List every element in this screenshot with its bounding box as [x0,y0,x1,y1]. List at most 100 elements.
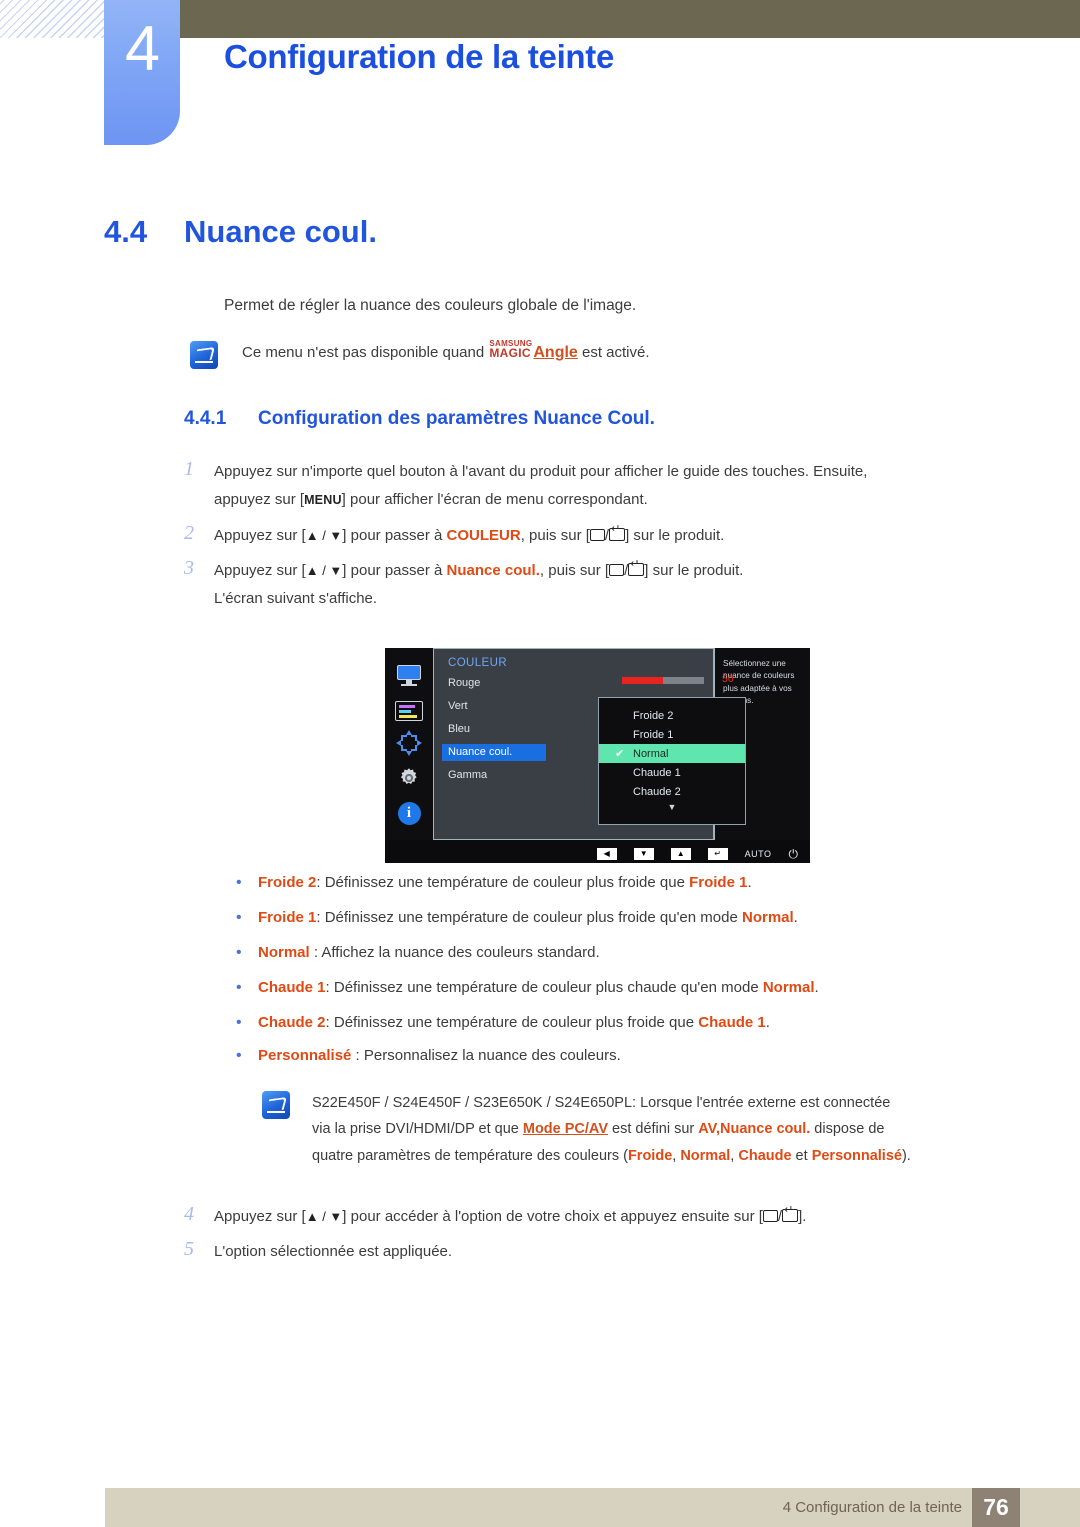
step-1-line-b: appuyez sur [ [214,490,305,508]
step-2-number: 2 [184,522,194,544]
color-bars-icon[interactable] [395,701,423,721]
bullet-text: Froide 2: Définissez une température de … [258,874,752,891]
chevron-down-icon[interactable]: ▼ [599,802,745,812]
step-1-line-a: Appuyez sur n'importe quel bouton à l'av… [214,463,868,480]
bullet-term: Chaude 2 [258,1014,326,1031]
list-item: • Froide 2: Définissez une température d… [236,874,752,892]
nuance-coul-dropdown: Froide 2 Froide 1 Normal Chaude 1 Chaude… [598,697,746,825]
magic-angle-label: Angle [533,344,578,361]
left-arrow-button[interactable]: ◀ [596,847,617,860]
pen-note-icon [190,341,218,369]
rouge-value: 50 [722,673,734,685]
note-bottom: S22E450F / S24E450F / S23E650K / S24E650… [262,1090,1022,1169]
bullet-dot: • [236,979,242,996]
list-item: • Normal : Affichez la nuance des couleu… [236,944,600,962]
list-item: • Froide 1: Définissez une température d… [236,909,798,927]
bullet-term: Chaude 1 [258,979,326,996]
step-5-number: 5 [184,1238,194,1260]
chapter-title: Configuration de la teinte [224,38,615,75]
source-key-icon [609,564,625,576]
bullet-term: Normal [258,944,310,961]
power-icon[interactable]: ⏻ [789,848,799,860]
note-top-text: Ce menu n'est pas disponible quand SAMSU… [242,340,650,364]
step-2-target: COULEUR [446,527,521,544]
info-icon[interactable]: i [397,802,421,825]
step-1: 1 Appuyez sur n'importe quel bouton à l'… [184,458,1004,514]
step-3-note: L'écran suivant s'affiche. [214,589,378,607]
osd-screenshot: i COULEUR Rouge 50 Vert Bleu Nuance coul… [385,648,810,863]
bullet-text: Froide 1: Définissez une température de … [258,909,798,926]
source-key-icon [589,529,605,541]
dropdown-option-froide-1[interactable]: Froide 1 [599,725,745,744]
step-2-text: Appuyez sur [▲ / ▼] pour passer à COULEU… [214,522,724,550]
bullet-dot: • [236,1014,242,1031]
step-1-line-c: ] pour afficher l'écran de menu correspo… [341,490,648,508]
osd-item-nuance-coul[interactable]: Nuance coul. [442,744,546,761]
enter-key-icon [609,524,626,541]
bullet-term: Personnalisé [258,1047,352,1064]
step-2-mid2: , puis sur [ [520,527,590,544]
subsection-title: Configuration des paramètres Nuance Coul… [258,408,655,429]
source-key-icon [762,1210,778,1222]
header-olive-bar [128,0,1080,38]
pen-note-icon [262,1091,290,1119]
step-2-end: ] sur le produit. [625,527,725,544]
bullet-dot: • [236,1047,242,1064]
step-1-text: Appuyez sur n'importe quel bouton à l'av… [214,458,867,514]
bullet-term: Froide 2 [258,874,317,891]
osd-item-vert[interactable]: Vert [448,700,468,712]
osd-item-bleu[interactable]: Bleu [448,723,470,735]
list-item: • Chaude 2: Définissez une température d… [236,1014,770,1032]
osd-item-rouge[interactable]: Rouge [448,677,480,689]
step-4-text: Appuyez sur [▲ / ▼] pour accéder à l'opt… [214,1203,806,1231]
dropdown-option-normal[interactable]: Normal [599,744,745,763]
auto-button[interactable]: AUTO [745,849,772,859]
bullet-text: Chaude 1: Définissez une température de … [258,979,819,996]
step-3-target: Nuance coul. [446,562,540,579]
display-monitor-icon[interactable] [394,660,424,690]
four-way-arrows-icon[interactable] [396,730,422,756]
magic-bottom-text: MAGIC [489,346,531,360]
step-4-number: 4 [184,1203,194,1225]
step-4: 4 Appuyez sur [▲ / ▼] pour accéder à l'o… [184,1203,1004,1231]
section-title: Nuance coul. [184,214,377,249]
bullet-text: Normal : Affichez la nuance des couleurs… [258,944,600,961]
chapter-number: 4 [124,14,160,84]
osd-menu-title: COULEUR [448,657,508,669]
down-arrow-button[interactable]: ▼ [633,847,654,860]
dropdown-option-chaude-2[interactable]: Chaude 2 [599,782,745,801]
osd-menu-panel: COULEUR Rouge 50 Vert Bleu Nuance coul. … [433,648,746,840]
step-3-number: 3 [184,557,194,579]
dropdown-option-froide-2[interactable]: Froide 2 [599,706,745,725]
step-3-text: Appuyez sur [▲ / ▼] pour passer à Nuance… [214,557,743,613]
step-2-mid: ] pour passer à [342,527,447,544]
step-2-pre: Appuyez sur [ [214,527,306,544]
up-arrow-button[interactable]: ▲ [670,847,691,860]
step-1-number: 1 [184,458,194,480]
page-number: 76 [972,1488,1020,1527]
mode-pc-av-link[interactable]: Mode PC/AV [523,1121,608,1137]
section-number: 4.4 [104,214,148,249]
updown-arrow-icon: ▲ / ▼ [305,1209,343,1224]
osd-item-gamma[interactable]: Gamma [448,769,487,781]
step-3-end: ] sur le produit. [644,562,744,579]
enter-key-icon [782,1205,799,1222]
step-3-mid: ] pour passer à [342,562,447,579]
note-bottom-text: S22E450F / S24E450F / S23E650K / S24E650… [312,1095,911,1164]
osd-icon-sidebar: i [385,648,433,840]
rouge-slider[interactable] [622,677,704,684]
dropdown-option-chaude-1[interactable]: Chaude 1 [599,763,745,782]
bullet-dot: • [236,944,242,961]
samsung-magic-logo: SAMSUNG MAGIC [489,340,532,360]
enter-key-icon [628,559,645,576]
step-3-pre: Appuyez sur [ [214,562,306,579]
step-5-text: L'option sélectionnée est appliquée. [214,1243,453,1260]
note-top: Ce menu n'est pas disponible quand SAMSU… [190,340,990,369]
step-3-mid2: , puis sur [ [539,562,610,579]
enter-button[interactable]: ↵ [707,847,728,860]
bullet-text: Chaude 2: Définissez une température de … [258,1014,770,1031]
step-3: 3 Appuyez sur [▲ / ▼] pour passer à Nuan… [184,557,1004,613]
gear-icon[interactable] [396,765,422,791]
subsection-number: 4.4.1 [184,408,227,429]
note-bottom-line-1: S22E450F / S24E450F / S23E650K / S24E650… [312,1095,891,1111]
